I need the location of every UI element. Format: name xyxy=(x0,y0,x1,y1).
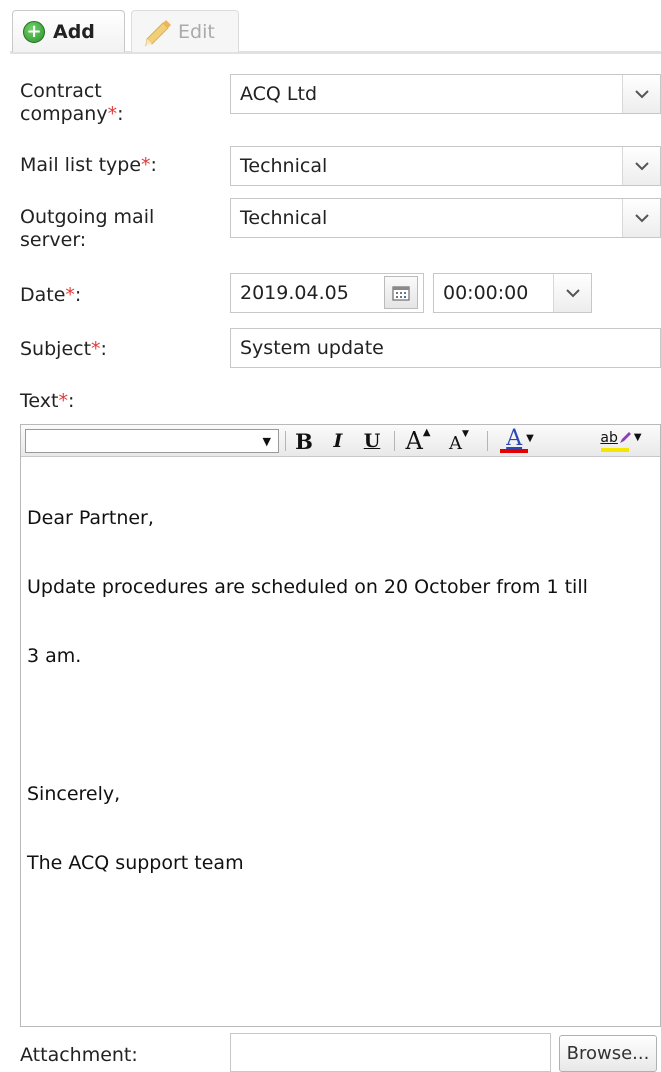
font-color-swatch xyxy=(500,449,528,453)
date-label: Date*: xyxy=(20,284,82,306)
required-marker: * xyxy=(91,338,101,360)
highlight-swatch xyxy=(601,448,629,452)
dropdown-arrow-icon: ▼ xyxy=(262,435,271,448)
date-picker-button[interactable] xyxy=(384,276,418,309)
highlight-icon: ab xyxy=(600,430,618,446)
outgoing-mail-server-select[interactable]: Technical xyxy=(230,198,661,238)
time-select[interactable]: 00:00:00 xyxy=(433,273,592,313)
mail-list-type-select[interactable]: Technical xyxy=(230,146,661,186)
subject-label: Subject*: xyxy=(20,338,107,360)
contract-company-value: ACQ Ltd xyxy=(240,83,318,105)
chevron-down-icon xyxy=(634,213,649,222)
bold-icon: B xyxy=(295,428,313,454)
subject-input[interactable]: System update xyxy=(230,328,661,368)
tab-edit[interactable]: Edit xyxy=(131,10,239,52)
tab-add-label: Add xyxy=(53,20,95,43)
pencil-icon xyxy=(145,19,171,46)
tab-add[interactable]: + Add xyxy=(12,10,125,52)
chevron-down-icon xyxy=(565,288,580,297)
date-value: 2019.04.05 xyxy=(240,282,349,304)
content-line: Update procedures are scheduled on 20 Oc… xyxy=(27,576,588,598)
contract-company-label: Contract company*: xyxy=(20,80,124,125)
rich-text-editor: ▼ B I U A ▲ A ▼ A ▼ ab ▼ Dear Partner, U… xyxy=(20,424,661,1027)
outgoing-mail-server-label: Outgoing mail server: xyxy=(20,206,155,251)
text-label: Text*: xyxy=(20,390,75,412)
bold-button[interactable]: B xyxy=(287,427,321,455)
caret-up-icon: ▲ xyxy=(422,426,431,438)
content-line: 3 am. xyxy=(27,645,82,667)
attachment-input[interactable] xyxy=(230,1033,551,1072)
chevron-down-icon xyxy=(634,89,649,98)
shrink-font-button[interactable]: A ▼ xyxy=(439,427,479,455)
outgoing-mail-server-dropdown-button[interactable] xyxy=(622,199,660,237)
toolbar-separator xyxy=(285,431,286,451)
attachment-label: Attachment: xyxy=(20,1044,138,1066)
font-select[interactable]: ▼ xyxy=(25,429,279,453)
content-line: The ACQ support team xyxy=(27,852,244,874)
italic-icon: I xyxy=(333,430,343,452)
underline-icon: U xyxy=(363,430,381,452)
toolbar-separator xyxy=(487,431,488,451)
chevron-down-icon xyxy=(634,161,649,170)
required-marker: * xyxy=(58,390,68,412)
shrink-font-icon: A xyxy=(449,432,463,454)
time-dropdown-button[interactable] xyxy=(553,274,591,312)
underline-button[interactable]: U xyxy=(355,427,389,455)
mail-list-type-value: Technical xyxy=(240,155,328,177)
outgoing-mail-server-value: Technical xyxy=(240,207,328,229)
font-color-button[interactable]: A ▼ xyxy=(495,427,545,455)
italic-button[interactable]: I xyxy=(321,427,355,455)
font-color-icon: A xyxy=(506,426,523,451)
mail-list-type-dropdown-button[interactable] xyxy=(622,147,660,185)
content-line: Sincerely, xyxy=(27,783,121,805)
grow-font-button[interactable]: A ▲ xyxy=(399,426,437,456)
contract-company-select[interactable]: ACQ Ltd xyxy=(230,74,661,114)
toolbar-separator xyxy=(394,431,395,451)
add-icon: + xyxy=(23,20,45,43)
browse-button[interactable]: Browse... xyxy=(559,1035,657,1072)
dropdown-arrow-icon: ▼ xyxy=(526,433,534,444)
tab-edit-label: Edit xyxy=(178,20,215,43)
marker-icon xyxy=(619,432,631,443)
calendar-icon xyxy=(392,285,410,301)
contract-company-dropdown-button[interactable] xyxy=(622,75,660,113)
mail-list-type-label: Mail list type*: xyxy=(20,154,157,176)
grow-font-icon: A xyxy=(405,427,423,455)
required-marker: * xyxy=(141,154,151,176)
content-line xyxy=(27,714,656,737)
highlight-button[interactable]: ab ▼ xyxy=(595,427,647,455)
editor-content[interactable]: Dear Partner, Update procedures are sche… xyxy=(27,461,656,921)
required-marker: * xyxy=(65,284,75,306)
caret-down-icon: ▼ xyxy=(462,429,469,439)
subject-value: System update xyxy=(240,337,384,359)
editor-toolbar: ▼ B I U A ▲ A ▼ A ▼ ab ▼ xyxy=(21,425,660,457)
content-line: Dear Partner, xyxy=(27,507,154,529)
required-marker: * xyxy=(107,103,118,125)
time-value: 00:00:00 xyxy=(443,282,529,304)
dropdown-arrow-icon: ▼ xyxy=(633,432,642,443)
